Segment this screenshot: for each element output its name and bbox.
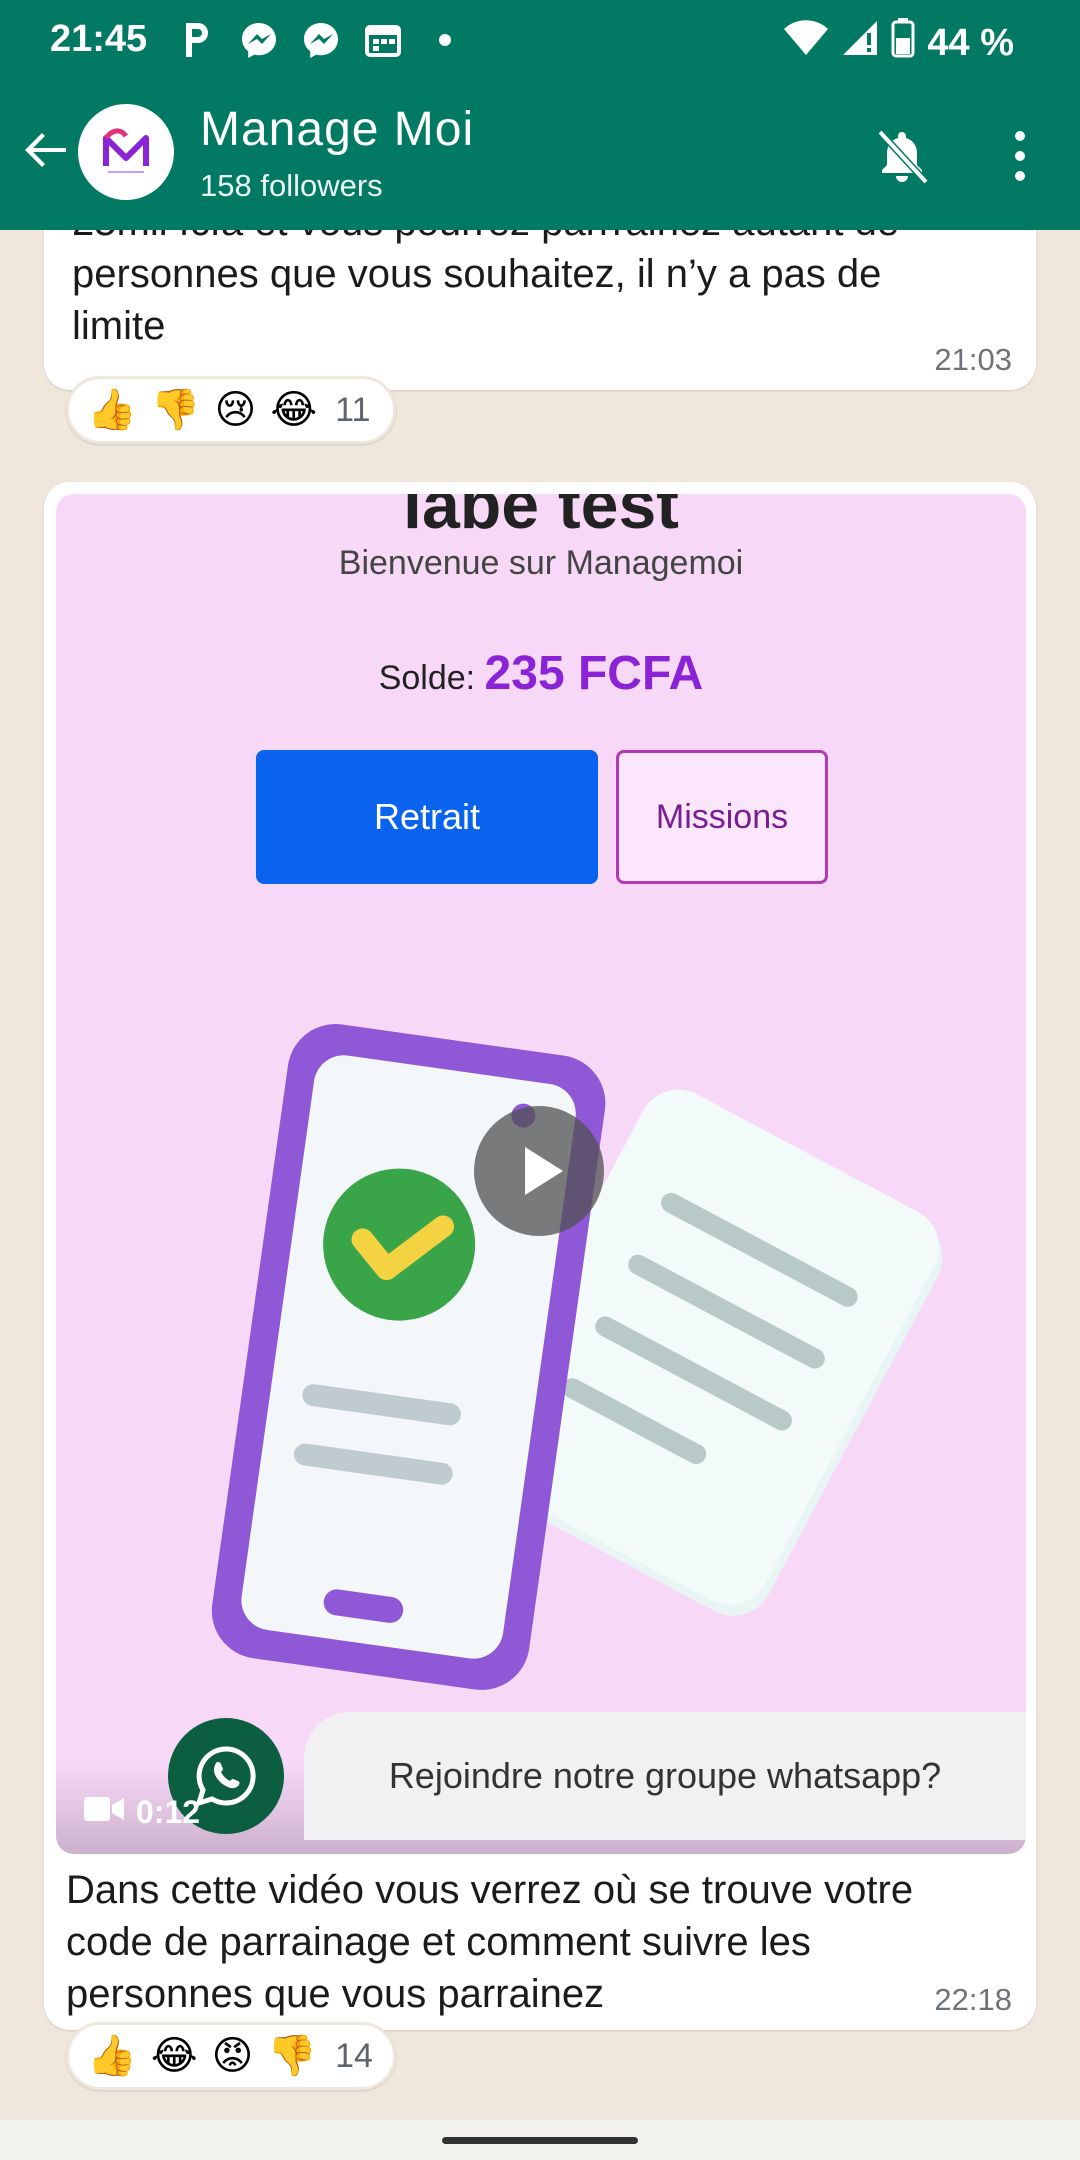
wifi-icon — [783, 19, 829, 67]
video-camera-icon — [84, 1794, 124, 1831]
message-time: 22:18 — [934, 1982, 1012, 2017]
message-line: personnes que vous souhaitez, il n’y a p… — [72, 252, 882, 296]
duration-text: 0:12 — [136, 1794, 201, 1830]
navigation-bar — [0, 2120, 1080, 2160]
status-right: 44 % — [783, 18, 1014, 68]
battery-percent: 44 % — [927, 21, 1014, 64]
video-heading: labe test — [403, 494, 679, 543]
reaction-emoji: 😂 — [150, 2034, 198, 2078]
gesture-handle[interactable] — [442, 2137, 638, 2144]
reaction-emoji: 😂 — [270, 388, 318, 432]
play-icon[interactable] — [474, 1106, 604, 1236]
reaction-emoji: 👎 — [267, 2034, 318, 2078]
video-welcome: Bienvenue sur Managemoi — [338, 544, 744, 582]
parking-icon — [175, 18, 219, 62]
message-line: personnes que vous parrainez — [66, 1972, 605, 2016]
reaction-count: 14 — [335, 2036, 373, 2075]
calendar-icon — [361, 18, 405, 62]
messenger-icon — [299, 18, 343, 62]
messenger-icon — [237, 18, 281, 62]
dot-icon — [423, 18, 467, 62]
reactions-bar[interactable]: 👍 😂 😡 👎 14 — [66, 2022, 396, 2090]
message-line: 25mil fcfa et vous pourrez parrrainez au… — [72, 230, 899, 248]
channel-header: Manage Moi 158 followers — [0, 78, 1080, 230]
video-balance: Solde: 235 FCFA — [56, 646, 1026, 701]
reaction-emoji: 👍 — [87, 388, 137, 432]
phone-document-illustration — [211, 1024, 943, 1690]
more-vert-icon[interactable] — [1000, 124, 1040, 188]
bell-muted-icon[interactable] — [870, 124, 934, 188]
message-bubble[interactable]: 25mil fcfa et vous pourrez parrrainez au… — [44, 230, 1036, 390]
reaction-emoji: 👍 — [87, 2034, 137, 2078]
channel-avatar[interactable] — [78, 104, 174, 200]
message-line: Dans cette vidéo vous verrez où se trouv… — [66, 1868, 914, 1912]
message-line: limite — [72, 304, 166, 348]
message-line: code de parrainage et comment suivre les — [66, 1920, 811, 1964]
reaction-emoji: 👎 — [150, 388, 201, 432]
video-thumbnail[interactable]: labe test Bienvenue sur Managemoi Solde:… — [56, 494, 1026, 1854]
reaction-emoji: 😢 — [214, 388, 257, 432]
chat-area[interactable]: 25mil fcfa et vous pourrez parrrainez au… — [0, 230, 1080, 2120]
signal-icon — [841, 19, 879, 67]
balance-amount: 235 FCFA — [484, 647, 704, 700]
message-time: 21:03 — [934, 342, 1012, 377]
reaction-count: 11 — [335, 390, 371, 429]
back-arrow-icon[interactable] — [18, 122, 74, 178]
video-missions-button: Missions — [616, 750, 828, 884]
reactions-bar[interactable]: 👍 👎 😢 😂 11 — [66, 376, 396, 444]
balance-label: Solde: — [378, 659, 476, 697]
message-bubble[interactable]: labe test Bienvenue sur Managemoi Solde:… — [44, 482, 1036, 2030]
status-bar: 21:45 44 % — [0, 0, 1080, 78]
battery-icon — [891, 18, 915, 68]
video-join-banner: Rejoindre notre groupe whatsapp? — [304, 1712, 1026, 1840]
video-duration: 0:12 — [84, 1794, 200, 1831]
channel-title[interactable]: Manage Moi — [200, 102, 474, 157]
followers-count: 158 followers — [200, 168, 383, 203]
notification-icons — [175, 18, 467, 62]
reaction-emoji: 😡 — [211, 2034, 254, 2078]
status-time: 21:45 — [50, 18, 148, 60]
video-retrait-button: Retrait — [256, 750, 598, 884]
